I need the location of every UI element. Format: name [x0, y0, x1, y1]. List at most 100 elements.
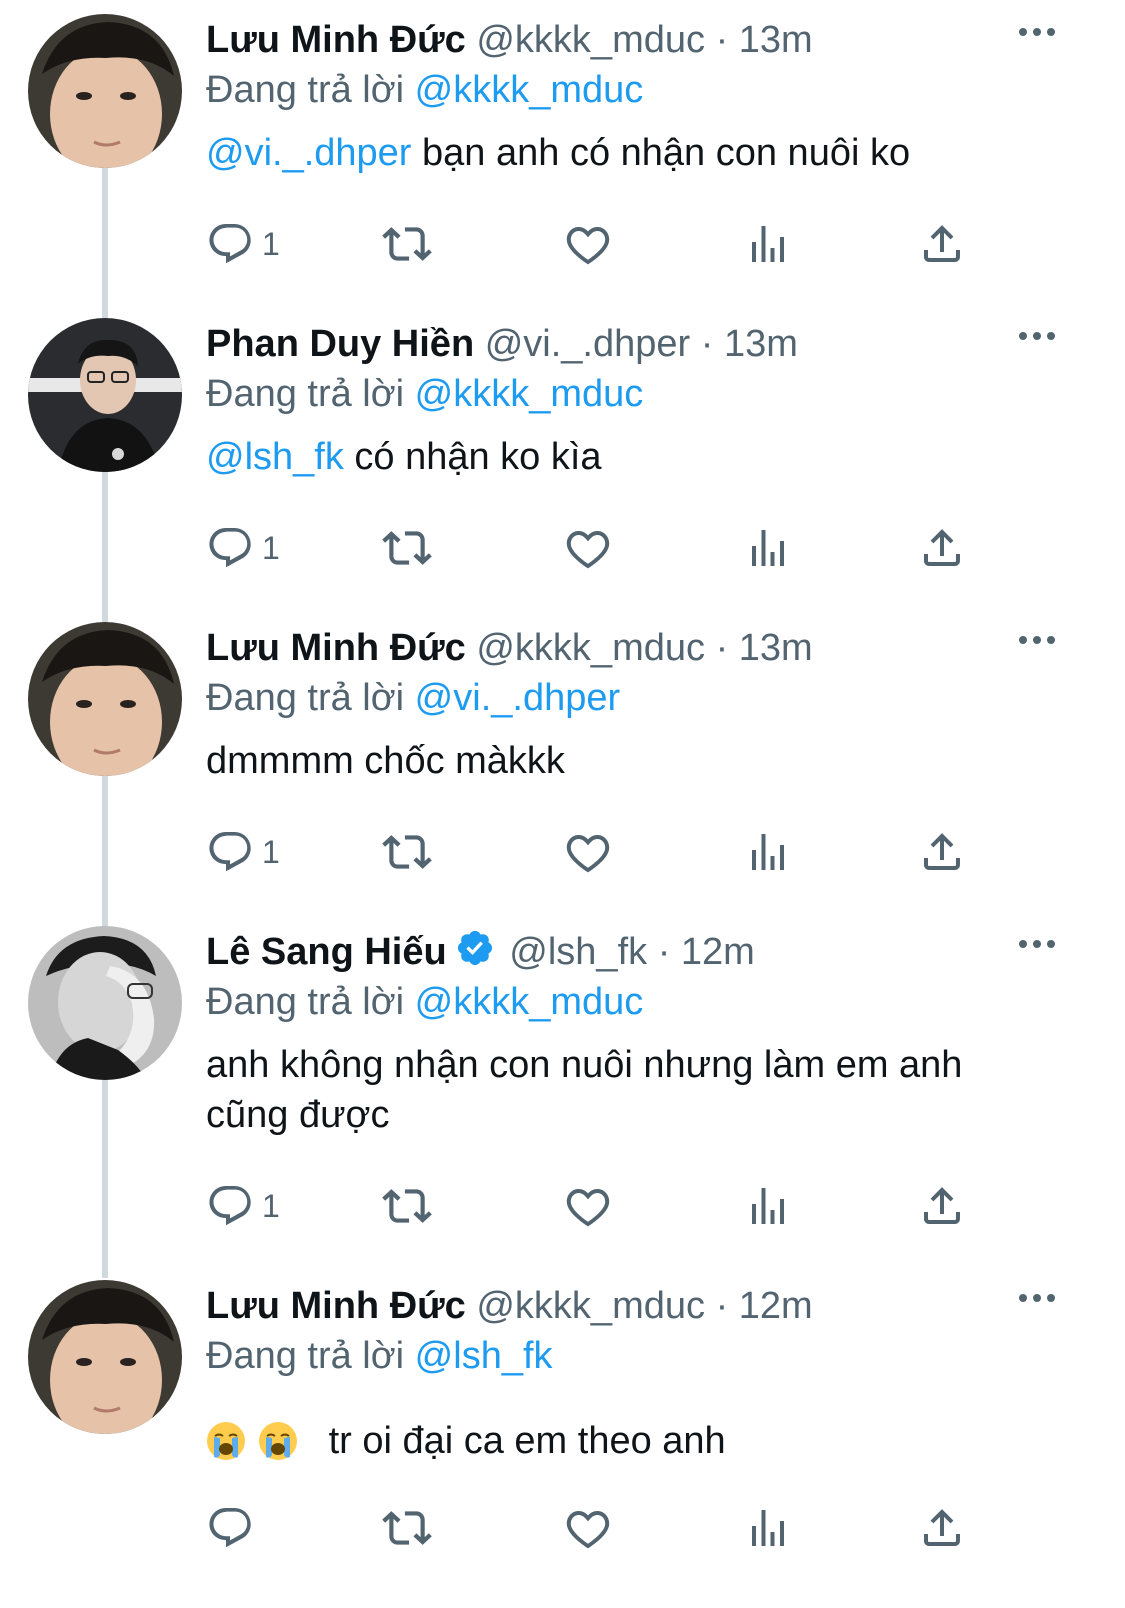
user-handle[interactable]: @kkkk_mduc: [476, 19, 705, 61]
like-button[interactable]: [564, 1502, 612, 1554]
like-icon: [566, 1511, 610, 1549]
tweet[interactable]: Lê Sang Hiếu @lsh_fk · 12m Đang trả lời …: [0, 912, 1125, 1266]
like-icon: [566, 227, 610, 265]
loudly-crying-face-icon: [206, 1421, 246, 1461]
reply-icon: [209, 1508, 251, 1548]
replying-to-mention[interactable]: @kkkk_mduc: [415, 373, 644, 415]
display-name[interactable]: Lưu Minh Đức: [206, 627, 466, 669]
analytics-button[interactable]: [744, 1502, 792, 1554]
more-icon[interactable]: [1017, 1290, 1057, 1306]
tweet-header: Lưu Minh Đức @kkkk_mduc · 13m: [206, 16, 813, 64]
display-name[interactable]: Phan Duy Hiền: [206, 323, 474, 365]
reply-icon: [209, 224, 251, 264]
user-handle[interactable]: @vi._.dhper: [485, 323, 690, 365]
tweet-body: dmmmm chốc màkkk: [206, 740, 565, 782]
tweet[interactable]: Lưu Minh Đức @kkkk_mduc · 13m Đang trả l…: [0, 608, 1125, 908]
more-icon[interactable]: [1017, 24, 1057, 40]
timestamp[interactable]: 13m: [739, 627, 813, 669]
replying-to-mention[interactable]: @lsh_fk: [415, 1335, 553, 1377]
more-icon[interactable]: [1017, 632, 1057, 648]
reply-button[interactable]: 1: [206, 1180, 280, 1232]
like-icon: [566, 1189, 610, 1227]
timestamp[interactable]: 12m: [681, 931, 755, 973]
retweet-button[interactable]: [382, 1180, 432, 1232]
tweet[interactable]: Lưu Minh Đức @kkkk_mduc · 13m Đang trả l…: [0, 0, 1125, 300]
replying-to-label: Đang trả lời: [206, 677, 405, 719]
display-name[interactable]: Lê Sang Hiếu: [206, 931, 447, 973]
replying-to-label: Đang trả lời: [206, 1335, 405, 1377]
retweet-button[interactable]: [382, 826, 432, 878]
avatar[interactable]: [28, 1280, 182, 1434]
analytics-button[interactable]: [744, 522, 792, 574]
analytics-icon: [752, 834, 784, 870]
retweet-button[interactable]: [382, 522, 432, 574]
separator-dot: ·: [657, 931, 671, 973]
retweet-button[interactable]: [382, 1502, 432, 1554]
reply-count: 1: [262, 225, 280, 262]
user-handle[interactable]: @kkkk_mduc: [476, 627, 705, 669]
tweet-body: có nhận ko kìa: [343, 436, 602, 478]
display-name[interactable]: Lưu Minh Đức: [206, 19, 466, 61]
replying-to-mention[interactable]: @vi._.dhper: [415, 677, 620, 719]
tweet-body: bạn anh có nhận con nuôi ko: [411, 132, 911, 174]
like-button[interactable]: [564, 522, 612, 574]
tweet[interactable]: Lưu Minh Đức @kkkk_mduc · 12m Đang trả l…: [0, 1266, 1125, 1608]
timestamp[interactable]: 13m: [739, 19, 813, 61]
replying-to-mention[interactable]: @kkkk_mduc: [415, 981, 644, 1023]
replying-to-mention[interactable]: @kkkk_mduc: [415, 69, 644, 111]
user-handle[interactable]: @kkkk_mduc: [476, 1285, 705, 1327]
share-icon: [924, 1187, 960, 1224]
reply-button[interactable]: 1: [206, 218, 280, 270]
share-button[interactable]: [918, 218, 966, 270]
like-icon: [566, 531, 610, 569]
like-button[interactable]: [564, 1180, 612, 1232]
replying-to: Đang trả lời @kkkk_mduc: [206, 66, 643, 114]
analytics-icon: [752, 1510, 784, 1546]
analytics-icon: [752, 226, 784, 262]
mention-link[interactable]: @vi._.dhper: [206, 132, 411, 174]
reply-button[interactable]: [206, 1502, 262, 1554]
action-bar: 1: [206, 522, 986, 574]
replying-to-label: Đang trả lời: [206, 981, 405, 1023]
replying-to-label: Đang trả lời: [206, 69, 405, 111]
analytics-button[interactable]: [744, 1180, 792, 1232]
separator-dot: ·: [715, 627, 729, 669]
share-button[interactable]: [918, 522, 966, 574]
action-bar: 1: [206, 1180, 986, 1232]
mention-link[interactable]: @lsh_fk: [206, 436, 344, 478]
share-button[interactable]: [918, 1502, 966, 1554]
reply-icon: [209, 1186, 251, 1226]
replying-to: Đang trả lời @kkkk_mduc: [206, 978, 643, 1026]
reply-button[interactable]: 1: [206, 522, 280, 574]
avatar[interactable]: [28, 622, 182, 776]
timestamp[interactable]: 12m: [739, 1285, 813, 1327]
retweet-icon: [382, 1189, 432, 1223]
avatar[interactable]: [28, 14, 182, 168]
separator-dot: ·: [715, 19, 729, 61]
tweet-body: tr oi đại ca em theo anh: [328, 1420, 726, 1462]
more-icon[interactable]: [1017, 328, 1057, 344]
separator-dot: ·: [700, 323, 714, 365]
share-button[interactable]: [918, 1180, 966, 1232]
action-bar: 1: [206, 218, 986, 270]
analytics-button[interactable]: [744, 826, 792, 878]
user-handle[interactable]: @lsh_fk: [509, 931, 647, 973]
avatar[interactable]: [28, 318, 182, 472]
timestamp[interactable]: 13m: [724, 323, 798, 365]
avatar[interactable]: [28, 926, 182, 1080]
like-button[interactable]: [564, 826, 612, 878]
display-name[interactable]: Lưu Minh Đức: [206, 1285, 466, 1327]
more-icon[interactable]: [1017, 936, 1057, 952]
tweet-text: @vi._.dhper bạn anh có nhận con nuôi ko: [206, 128, 1076, 178]
share-button[interactable]: [918, 826, 966, 878]
retweet-icon: [382, 835, 432, 869]
reply-icon: [209, 528, 251, 568]
tweet-text: dmmmm chốc màkkk: [206, 736, 1076, 786]
tweet[interactable]: Phan Duy Hiền @vi._.dhper · 13m Đang trả…: [0, 304, 1125, 604]
analytics-button[interactable]: [744, 218, 792, 270]
reply-button[interactable]: 1: [206, 826, 280, 878]
retweet-button[interactable]: [382, 218, 432, 270]
tweet-header: Lưu Minh Đức @kkkk_mduc · 13m: [206, 624, 813, 672]
like-button[interactable]: [564, 218, 612, 270]
action-bar: [206, 1502, 986, 1554]
